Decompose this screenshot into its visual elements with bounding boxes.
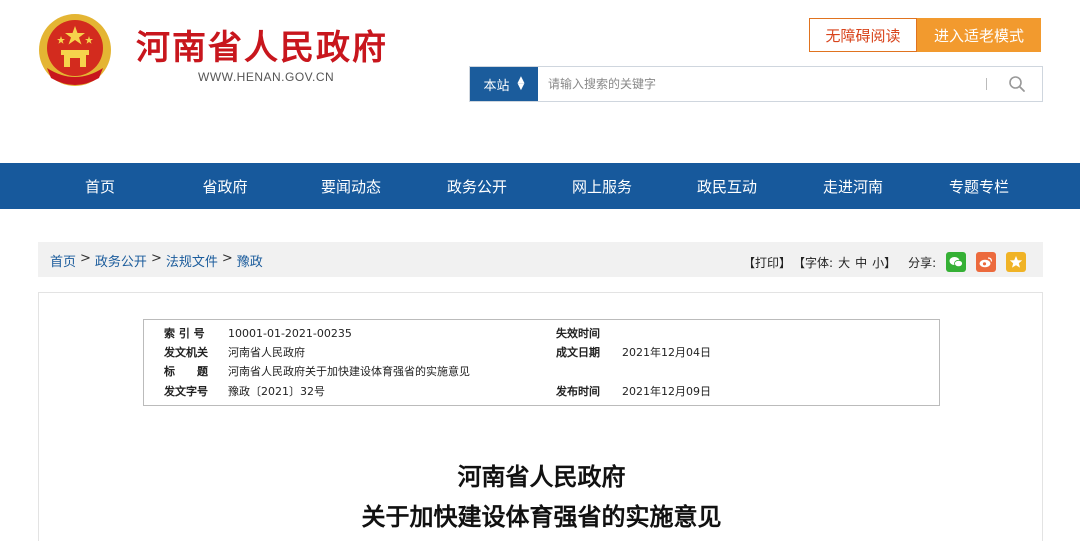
nav-item-online-services[interactable]: 网上服务 [547, 163, 657, 209]
site-title[interactable]: 河南省人民政府 [136, 20, 388, 69]
breadcrumb-separator: > [80, 251, 91, 266]
document-title-line2: 关于加快建设体育强省的实施意见 [361, 502, 722, 531]
search-scope-select[interactable]: 本站 ▲ ▼ [470, 67, 538, 101]
nav-item-news[interactable]: 要闻动态 [296, 163, 406, 209]
site-url: WWW.HENAN.GOV.CN [198, 70, 335, 84]
national-emblem-logo[interactable] [37, 12, 113, 88]
font-size-label: 【字体: [793, 255, 834, 270]
breadcrumb-separator: > [221, 251, 233, 266]
article-panel: 索 引 号 10001-01-2021-00235 失效时间 发文机关 河南省人… [38, 292, 1043, 541]
search-icon[interactable] [1008, 75, 1026, 93]
font-size-small-button[interactable]: 小】 [872, 254, 896, 271]
breadcrumb-regulations[interactable]: 法规文件 [166, 251, 218, 270]
share-label: 分享: [908, 255, 937, 270]
search-input[interactable] [548, 73, 968, 95]
meta-row-index: 索 引 号 10001-01-2021-00235 失效时间 [144, 324, 939, 342]
search-bar: 本站 ▲ ▼ [469, 66, 1043, 102]
breadcrumb-bar: 首页 > 政务公开 > 法规文件 > 豫政 【打印】 【字体: 大 中 小】 分… [38, 242, 1043, 277]
meta-value-title: 河南省人民政府关于加快建设体育强省的实施意见 [228, 365, 470, 378]
meta-label-published: 发布时间 [556, 385, 600, 398]
meta-value-index: 10001-01-2021-00235 [228, 326, 352, 340]
font-size-large-button[interactable]: 大 [838, 254, 850, 271]
meta-label-issuer: 发文机关 [164, 346, 208, 359]
meta-row-issuer: 发文机关 河南省人民政府 成文日期 2021年12月04日 [144, 343, 939, 361]
meta-label-expire: 失效时间 [556, 327, 600, 340]
nav-item-about-henan[interactable]: 走进河南 [798, 163, 908, 209]
nav-item-interaction[interactable]: 政民互动 [672, 163, 782, 209]
nav-item-special-topics[interactable]: 专题专栏 [924, 163, 1034, 209]
page-tools: 【打印】 【字体: 大 中 小】 分享: [743, 252, 1028, 272]
breadcrumb-separator: > [150, 251, 162, 266]
site-header: 河南省人民政府 WWW.HENAN.GOV.CN 无障碍阅读 进入适老模式 本站… [0, 0, 1080, 163]
meta-value-created: 2021年12月04日 [622, 346, 711, 359]
nav-item-province-gov[interactable]: 省政府 [170, 163, 280, 209]
up-down-arrow-icon: ▲ ▼ [517, 75, 525, 92]
meta-value-published: 2021年12月09日 [622, 385, 711, 398]
weibo-icon[interactable] [976, 252, 997, 272]
breadcrumb: 首页 > 政务公开 > 法规文件 > 豫政 [50, 251, 263, 270]
star-icon[interactable] [1006, 252, 1027, 272]
search-divider [986, 78, 987, 90]
nav-item-gov-affairs[interactable]: 政务公开 [422, 163, 532, 209]
document-metadata-table: 索 引 号 10001-01-2021-00235 失效时间 发文机关 河南省人… [143, 319, 940, 406]
meta-value-docno: 豫政〔2021〕32号 [228, 385, 325, 398]
meta-value-issuer: 河南省人民政府 [228, 346, 305, 359]
search-scope-label: 本站 [483, 78, 510, 94]
main-nav: 首页 省政府 要闻动态 政务公开 网上服务 政民互动 走进河南 专题专栏 [0, 163, 1080, 209]
elder-mode-button[interactable]: 进入适老模式 [917, 18, 1041, 52]
breadcrumb-home[interactable]: 首页 [50, 251, 76, 270]
meta-label-index: 索 引 号 [164, 327, 205, 340]
breadcrumb-gov-affairs[interactable]: 政务公开 [95, 251, 147, 270]
meta-label-created: 成文日期 [556, 346, 600, 359]
meta-row-title: 标 题 河南省人民政府关于加快建设体育强省的实施意见 [144, 362, 939, 380]
wechat-icon[interactable] [946, 252, 967, 272]
meta-label-docno: 发文字号 [164, 385, 208, 398]
meta-label-title: 标 题 [164, 365, 208, 378]
document-title-line1: 河南省人民政府 [457, 462, 626, 491]
breadcrumb-yuzheng[interactable]: 豫政 [237, 251, 263, 270]
meta-row-docno: 发文字号 豫政〔2021〕32号 发布时间 2021年12月09日 [144, 382, 939, 400]
print-button[interactable]: 【打印】 [743, 254, 791, 271]
accessibility-mode-button[interactable]: 无障碍阅读 [809, 18, 917, 52]
nav-item-home[interactable]: 首页 [45, 163, 155, 209]
font-size-medium-button[interactable]: 中 [855, 254, 867, 271]
